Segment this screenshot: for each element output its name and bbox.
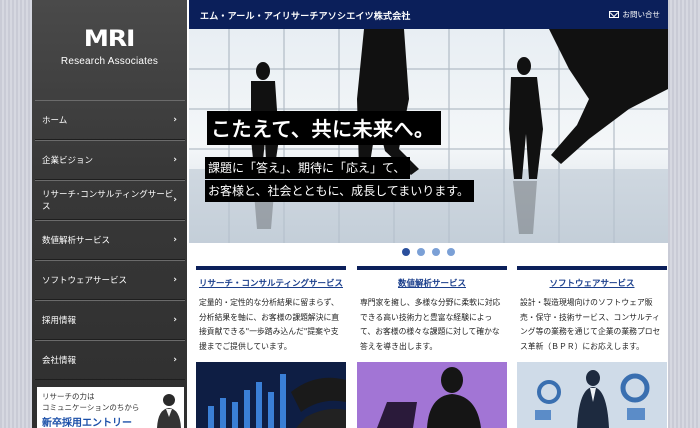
chevron-right-icon: ›: [173, 155, 177, 165]
logo-mark: MRI: [84, 27, 136, 52]
slider-dot[interactable]: [447, 248, 455, 256]
contact-link[interactable]: お問い合せ: [608, 9, 661, 20]
service-description: 設計・製造現場向けのソフトウェア販売・保守・技術サービス、コンサルティング等の業…: [520, 298, 661, 351]
header-bar: エム・アール・アイリサーチアソシエイツ株式会社 お問い合せ: [189, 0, 668, 29]
chevron-right-icon: ›: [173, 315, 177, 325]
sidebar-item-label: 企業ビジョン: [42, 156, 94, 166]
service-title-link[interactable]: リサーチ・コンサルティングサービス: [196, 266, 346, 292]
hero-headline: こたえて、共に未来へ。: [207, 111, 441, 145]
hero-subtext-2: お客様と、社会とともに、成長してまいります。: [205, 180, 475, 202]
sidebar-item-label: 数値解析サービス: [42, 236, 111, 246]
service-title-link[interactable]: 数値解析サービス: [357, 266, 507, 292]
page: MRI Research Associates ホーム › 企業ビジョン › リ…: [32, 0, 668, 428]
chevron-right-icon: ›: [173, 195, 177, 205]
sidebar-item-vision[interactable]: 企業ビジョン ›: [35, 140, 185, 180]
sidebar-nav: ホーム › 企業ビジョン › リサーチ･コンサルティングサービス › 数値解析サ…: [35, 100, 185, 380]
sidebar-item-software[interactable]: ソフトウェアサービス ›: [35, 260, 185, 300]
service-image-research: [196, 362, 346, 428]
company-name: エム・アール・アイリサーチアソシエイツ株式会社: [200, 12, 411, 22]
sidebar-item-research-consulting[interactable]: リサーチ･コンサルティングサービス ›: [35, 180, 185, 220]
service-description: 定量的・定性的な分析結果に留まらず、分析結果を軸に、お客様の課題解決に直接貢献で…: [199, 298, 340, 351]
service-title-link[interactable]: ソフトウェアサービス: [517, 266, 667, 292]
sidebar-item-recruit[interactable]: 採用情報 ›: [35, 300, 185, 340]
chevron-right-icon: ›: [173, 235, 177, 245]
hero-slider: こたえて、共に未来へ。 課題に「答え」、期待に「応え」て、 お客様と、社会ととも…: [189, 29, 668, 243]
recruit-banner[interactable]: リサーチの力は コミュニケーションのちから 新卒採用エントリー: [37, 387, 184, 428]
slider-dot[interactable]: [417, 248, 425, 256]
service-software: ソフトウェアサービス 設計・製造現場向けのソフトウェア販売・保守・技術サービス、…: [517, 266, 667, 428]
chevron-right-icon: ›: [173, 355, 177, 365]
logo[interactable]: MRI Research Associates: [32, 27, 187, 68]
sidebar-item-label: ソフトウェアサービス: [42, 276, 128, 286]
logo-subtitle: Research Associates: [60, 56, 159, 67]
service-description: 専門家を擁し、多様な分野に柔軟に対応できる高い技術力と豊富な経験によって、お客様…: [360, 298, 501, 351]
chevron-right-icon: ›: [173, 275, 177, 285]
sidebar-item-home[interactable]: ホーム ›: [35, 100, 185, 140]
slider-dot[interactable]: [432, 248, 440, 256]
slider-dots: [189, 248, 668, 258]
sidebar-item-label: 採用情報: [42, 316, 77, 326]
service-numerical: 数値解析サービス 専門家を擁し、多様な分野に柔軟に対応できる高い技術力と豊富な経…: [357, 266, 507, 428]
slider-dot[interactable]: [402, 248, 410, 256]
banner-line-1: リサーチの力は: [42, 392, 95, 401]
mail-icon: [608, 11, 619, 18]
sidebar-item-company[interactable]: 会社情報 ›: [35, 340, 185, 380]
person-photo-icon: [157, 394, 181, 428]
chevron-right-icon: ›: [173, 115, 177, 125]
sidebar-item-label: 会社情報: [42, 356, 77, 366]
service-image-numerical: [357, 362, 507, 428]
sidebar: MRI Research Associates ホーム › 企業ビジョン › リ…: [32, 0, 187, 428]
hero-subtext-1: 課題に「答え」、期待に「応え」て、: [205, 157, 411, 179]
service-research: リサーチ・コンサルティングサービス 定量的・定性的な分析結果に留まらず、分析結果…: [196, 266, 346, 428]
banner-line-2: コミュニケーションのちから: [42, 403, 140, 412]
sidebar-item-numerical-analysis[interactable]: 数値解析サービス ›: [35, 220, 185, 260]
sidebar-item-label: リサーチ･コンサルティングサービス: [42, 190, 174, 212]
banner-line-3: 新卒採用エントリー: [42, 418, 132, 428]
contact-label: お問い合せ: [622, 10, 661, 19]
sidebar-item-label: ホーム: [42, 116, 68, 126]
service-image-software: [517, 362, 667, 428]
